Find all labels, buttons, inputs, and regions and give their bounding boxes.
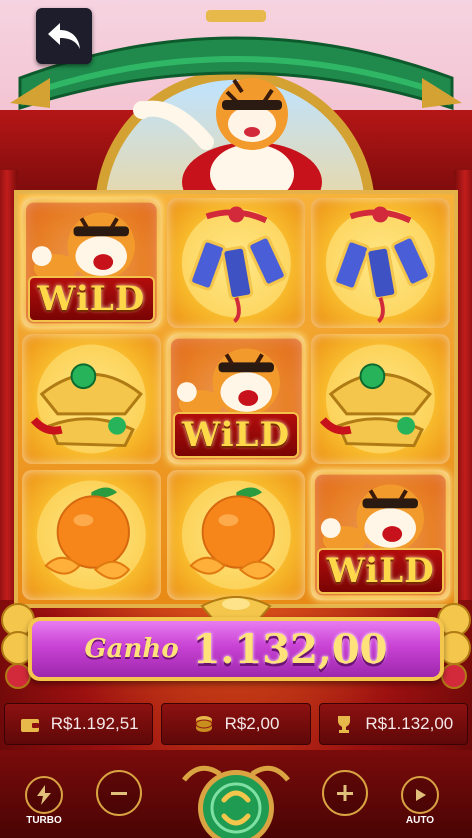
wild-label: WiLD bbox=[317, 548, 444, 594]
reel-cell-firecrackers bbox=[311, 198, 450, 328]
last-win-value: R$1.132,00 bbox=[365, 714, 454, 733]
wallet-icon bbox=[20, 719, 39, 732]
back-arrow-icon bbox=[48, 23, 80, 49]
reel-cell-gold-ingot-jade bbox=[311, 334, 450, 464]
spin-button[interactable] bbox=[180, 760, 292, 838]
win-label: Ganho bbox=[84, 634, 179, 664]
wild-label: WiLD bbox=[28, 276, 155, 322]
reel-grid: WiLD WiLD WiLD bbox=[14, 190, 458, 608]
increase-bet-button[interactable] bbox=[322, 770, 368, 816]
trophy-icon bbox=[338, 716, 351, 733]
reel-cell-firecrackers bbox=[166, 198, 306, 328]
lightning-icon bbox=[37, 785, 51, 805]
info-row: R$1.192,51 R$2,00 R$1.132,00 bbox=[0, 703, 472, 747]
coin-stack-icon bbox=[195, 716, 213, 732]
balance-value: R$1.192,51 bbox=[50, 714, 139, 733]
balance-display[interactable]: R$1.192,51 bbox=[4, 703, 154, 745]
firecracker-icon bbox=[181, 206, 291, 324]
reel-cell-tangerines bbox=[166, 470, 306, 600]
last-win-display[interactable]: R$1.132,00 bbox=[318, 703, 468, 745]
game-scene: WiLD WiLD WiLD Ganho 1.132,00 R$1.192,51 bbox=[0, 0, 472, 838]
reel-cell-wild-tiger: WiLD bbox=[166, 334, 306, 464]
win-banner: Ganho 1.132,00 bbox=[28, 617, 444, 681]
tangerine-icon bbox=[181, 480, 291, 590]
gold-ingot-ornament bbox=[200, 596, 272, 619]
gold-ingot-icon bbox=[30, 344, 146, 454]
tiger-host-character bbox=[133, 78, 322, 202]
reel-cell-wild-tiger: WiLD bbox=[22, 198, 161, 328]
play-icon bbox=[416, 789, 426, 801]
bet-value: R$2,00 bbox=[224, 714, 280, 733]
plus-icon bbox=[337, 785, 353, 801]
auto-spin-button[interactable]: AUTO bbox=[398, 776, 442, 826]
tangerine-icon bbox=[36, 480, 146, 590]
gold-ingot-icon bbox=[320, 344, 436, 454]
wild-label: WiLD bbox=[172, 412, 300, 458]
win-amount: 1.132,00 bbox=[192, 625, 388, 673]
reel-cell-wild-tiger: WiLD bbox=[311, 470, 450, 600]
minus-icon bbox=[111, 792, 127, 795]
firecracker-icon bbox=[326, 206, 436, 324]
turbo-button[interactable]: TURBO bbox=[22, 776, 66, 826]
bet-display[interactable]: R$2,00 bbox=[161, 703, 311, 745]
turbo-label: TURBO bbox=[26, 815, 62, 826]
reel-cell-tangerines bbox=[22, 470, 161, 600]
reel-cell-gold-ingot-jade bbox=[22, 334, 161, 464]
auto-label: AUTO bbox=[405, 815, 435, 826]
decrease-bet-button[interactable] bbox=[96, 770, 142, 816]
back-button[interactable] bbox=[36, 8, 92, 64]
